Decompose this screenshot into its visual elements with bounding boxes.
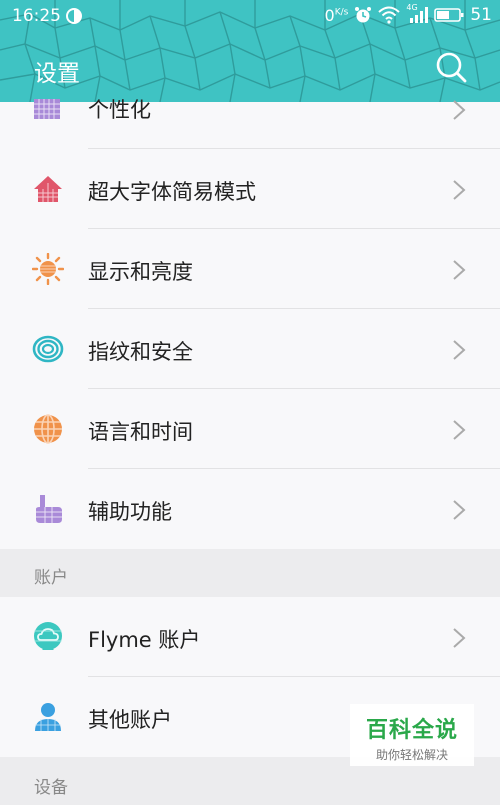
wifi-icon (378, 6, 401, 24)
settings-item-label: 指纹和安全 (88, 340, 193, 364)
section-header-account: 账户 (0, 549, 500, 597)
status-bar: 16:25 0K/s 4G 51 (0, 0, 500, 34)
battery-level: 51 (470, 5, 492, 25)
settings-item-label: 个性化 (88, 98, 151, 122)
settings-item-language-time[interactable]: 语言和时间 (0, 389, 500, 469)
settings-item-label: 显示和亮度 (88, 260, 193, 284)
do-not-disturb-icon (66, 8, 82, 24)
cloud-icon (34, 622, 62, 650)
chevron-right-icon (453, 340, 466, 360)
settings-item-personalize[interactable]: 个性化 (0, 98, 500, 149)
watermark: 百科全说 助你轻松解决 (350, 704, 474, 766)
watermark-subtitle: 助你轻松解决 (375, 748, 448, 762)
chevron-right-icon (453, 180, 466, 200)
personalize-icon (34, 99, 60, 119)
page-title: 设置 (34, 61, 80, 87)
chevron-right-icon (453, 260, 466, 280)
section-title: 设备 (34, 778, 68, 798)
network-speed: 0K/s (324, 5, 349, 25)
settings-item-flyme-account[interactable]: Flyme 账户 (0, 597, 500, 677)
app-header: 16:25 0K/s 4G 51 设置 (0, 0, 500, 102)
settings-item-accessibility[interactable]: 辅助功能 (0, 469, 500, 549)
settings-item-display-brightness[interactable]: 显示和亮度 (0, 229, 500, 309)
chevron-right-icon (453, 100, 466, 120)
home-icon (34, 176, 62, 202)
settings-list: 个性化 超大字体简易模式 显示和亮度 指纹和安全 语言和时间 辅助功能 账户 F… (0, 98, 500, 805)
settings-item-large-font-mode[interactable]: 超大字体简易模式 (0, 149, 500, 229)
settings-item-label: 语言和时间 (88, 420, 193, 444)
settings-item-label: 超大字体简易模式 (88, 180, 256, 204)
cellular-signal-icon: 4G (406, 3, 429, 24)
settings-item-label: Flyme 账户 (88, 628, 201, 652)
globe-icon (34, 414, 62, 444)
person-icon (35, 703, 61, 731)
settings-item-label: 其他账户 (88, 708, 172, 732)
status-time: 16:25 (12, 6, 61, 26)
fingerprint-icon (32, 335, 64, 363)
settings-item-fingerprint-security[interactable]: 指纹和安全 (0, 309, 500, 389)
chevron-right-icon (453, 420, 466, 440)
battery-icon (434, 8, 464, 22)
alarm-icon (355, 7, 372, 23)
settings-item-label: 辅助功能 (88, 500, 172, 524)
section-title: 账户 (34, 568, 68, 588)
chevron-right-icon (453, 500, 466, 520)
search-icon[interactable] (434, 50, 468, 84)
hand-icon (36, 495, 62, 523)
chevron-right-icon (453, 628, 466, 648)
watermark-title: 百科全说 (365, 718, 458, 743)
sun-icon (32, 253, 64, 285)
